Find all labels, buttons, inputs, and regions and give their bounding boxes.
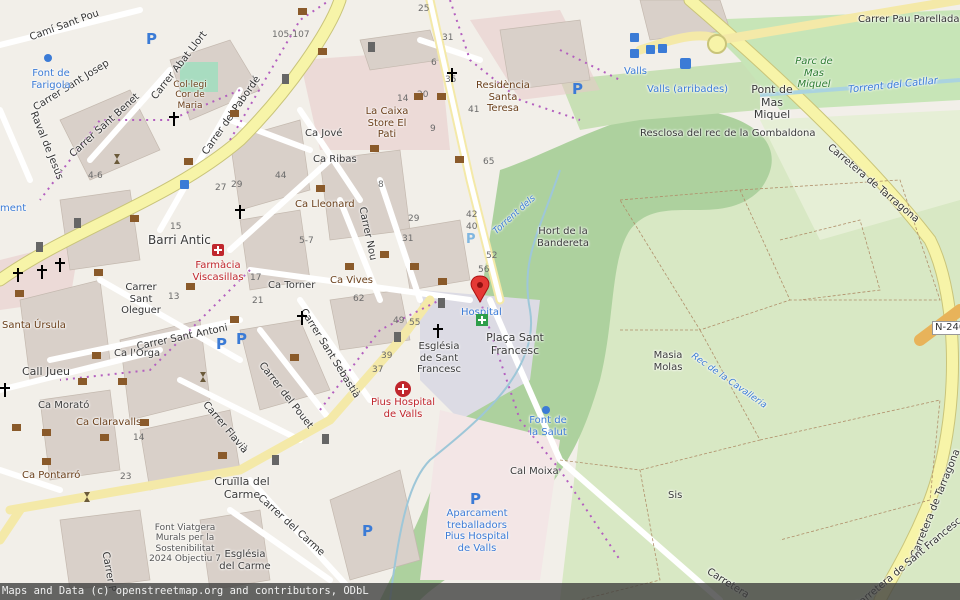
hospital-icon[interactable]	[395, 381, 411, 397]
map-attribution: Maps and Data (c) openstreetmap.org and …	[0, 583, 960, 600]
bus-stop-icon[interactable]	[180, 33, 691, 189]
church-icon	[0, 68, 457, 397]
heritage-icon	[12, 8, 464, 465]
roundabout	[707, 34, 727, 54]
clinic-icon[interactable]	[476, 314, 488, 326]
pharmacy-icon[interactable]	[212, 244, 224, 256]
map-pin-icon[interactable]	[470, 275, 490, 304]
memorial-icon	[84, 154, 206, 502]
map-viewport[interactable]: 105-107 25 31 6 41 35 14 20 9 65 27 29 1…	[0, 0, 960, 600]
icon-layer	[0, 8, 727, 502]
